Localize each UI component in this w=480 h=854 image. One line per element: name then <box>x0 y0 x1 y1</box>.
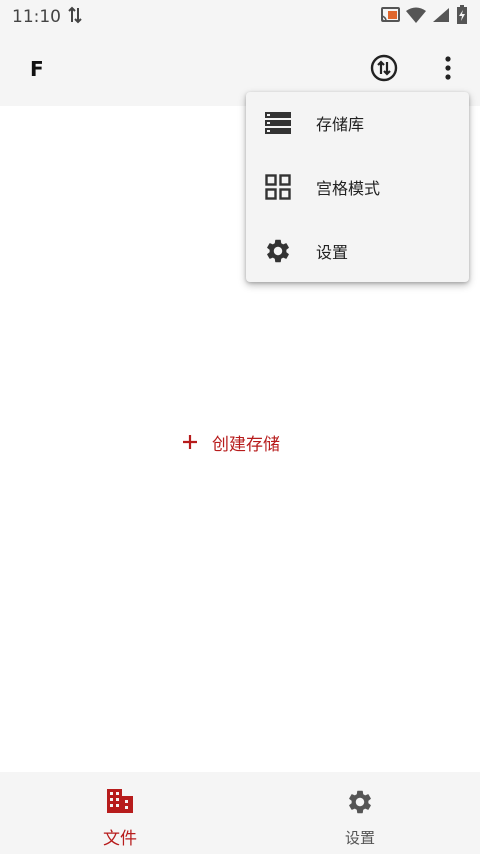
menu-item-settings[interactable]: 设置 <box>246 219 469 283</box>
wifi-icon <box>406 7 426 27</box>
menu-item-storage[interactable]: 存储库 <box>246 91 469 155</box>
status-right <box>380 5 468 29</box>
create-storage-button[interactable]: 创建存储 <box>182 428 280 456</box>
menu-item-label: 设置 <box>316 243 349 262</box>
signal-icon <box>432 7 450 27</box>
settings-gear-icon <box>346 788 374 820</box>
cast-icon <box>380 7 400 27</box>
sync-transfer-button[interactable] <box>368 54 400 86</box>
storage-list-icon <box>264 109 292 137</box>
nav-item-label: 文件 <box>103 829 137 849</box>
nav-item-settings[interactable]: 设置 <box>240 772 480 854</box>
data-transfer-icon <box>67 6 83 29</box>
menu-item-label: 宫格模式 <box>316 179 381 198</box>
overflow-menu: 存储库 宫格模式 设置 <box>246 92 469 282</box>
nav-item-files[interactable]: 文件 <box>0 772 240 854</box>
files-building-icon <box>106 788 134 818</box>
app-title: F <box>30 57 44 81</box>
more-options-button[interactable] <box>434 54 462 86</box>
more-vert-icon <box>444 56 452 84</box>
nav-item-label: 设置 <box>344 829 375 847</box>
status-time: 11:10 <box>12 7 61 27</box>
status-left: 11:10 <box>12 6 83 29</box>
bottom-navigation: 文件 设置 <box>0 772 480 854</box>
plus-icon <box>182 430 198 454</box>
battery-charging-icon <box>456 5 468 29</box>
status-bar: 11:10 <box>0 0 480 34</box>
create-storage-label: 创建存储 <box>212 434 280 455</box>
menu-item-grid-mode[interactable]: 宫格模式 <box>246 155 469 219</box>
settings-gear-icon <box>264 237 292 265</box>
grid-view-icon <box>264 173 292 201</box>
sync-transfer-icon <box>369 53 399 87</box>
menu-item-label: 存储库 <box>316 115 365 134</box>
